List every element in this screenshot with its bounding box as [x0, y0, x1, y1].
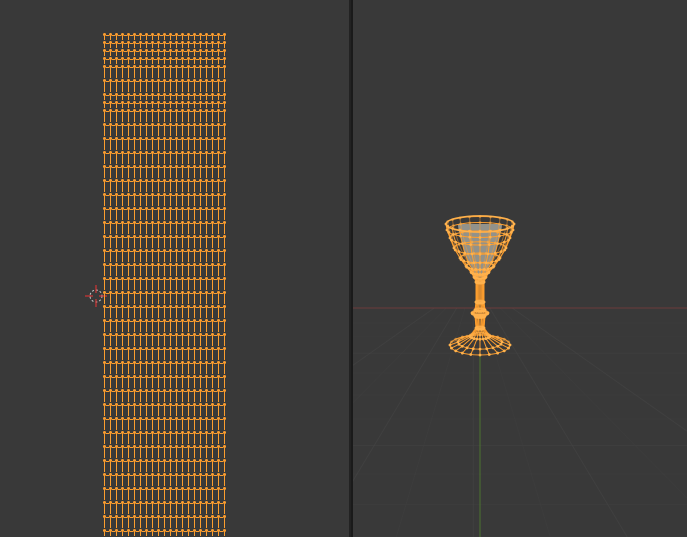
workspace	[0, 0, 687, 537]
uv-image-editor[interactable]	[0, 0, 351, 537]
3d-viewport[interactable]	[353, 0, 687, 537]
uv-canvas[interactable]	[0, 0, 349, 537]
uv-unwrap-mesh[interactable]	[103, 32, 226, 537]
goblet-wireframe[interactable]	[353, 0, 687, 537]
viewport-canvas[interactable]	[353, 0, 687, 537]
